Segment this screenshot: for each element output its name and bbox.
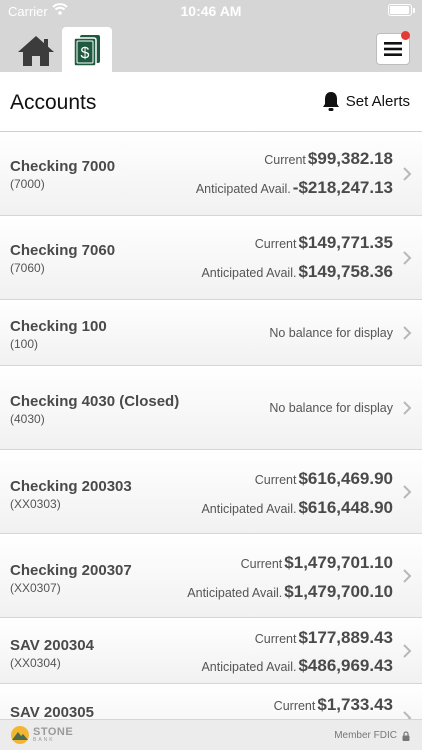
account-name: SAV 200305 xyxy=(10,704,94,719)
chevron-right-icon xyxy=(403,711,412,719)
page-title: Accounts xyxy=(10,91,97,114)
account-name: Checking 200307 xyxy=(10,562,132,579)
account-name: Checking 200303 xyxy=(10,478,132,495)
top-bar: Carrier 10:46 AM $ xyxy=(0,0,422,72)
current-label: Current xyxy=(264,153,306,167)
anticipated-amount: $1,479,700.10 xyxy=(284,582,393,601)
brand-subtitle: BANK xyxy=(33,737,55,743)
anticipated-balance: Anticipated Avail. $149,758.36 xyxy=(201,262,393,282)
money-icon: $ xyxy=(73,34,100,67)
chevron-right-icon xyxy=(403,569,412,583)
current-label: Current xyxy=(254,237,297,251)
current-balance: Current $1,733.43 xyxy=(274,695,393,715)
current-amount: $149,771.35 xyxy=(298,233,393,252)
stone-bank-logo: STONE BANK xyxy=(10,725,73,745)
account-row-sav-200304[interactable]: SAV 200304 (XX0304) Current $177,889.43 A… xyxy=(0,618,422,684)
bell-icon xyxy=(322,92,339,111)
lock-icon xyxy=(402,730,410,741)
current-amount: $1,479,701.10 xyxy=(284,553,393,572)
anticipated-label: Anticipated Avail. xyxy=(201,266,297,280)
hamburger-menu-icon xyxy=(384,42,402,56)
anticipated-balance: Anticipated Avail. $616,448.90 xyxy=(201,498,393,518)
current-amount: $616,469.90 xyxy=(298,469,393,488)
account-name: SAV 200304 xyxy=(10,637,94,654)
member-fdic-label: Member FDIC xyxy=(334,730,397,741)
clock: 10:46 AM xyxy=(180,3,242,19)
account-row-checking-200303[interactable]: Checking 200303 (XX0303) Current $616,469… xyxy=(0,450,422,534)
no-balance-text: No balance for display xyxy=(269,326,393,340)
anticipated-amount: $486,969.43 xyxy=(298,656,393,675)
anticipated-label: Anticipated Avail. xyxy=(187,586,283,600)
anticipated-balance: Anticipated Avail. -$218,247.13 xyxy=(196,178,393,198)
account-number: (7000) xyxy=(10,177,45,191)
notification-badge xyxy=(401,31,410,40)
chevron-right-icon xyxy=(403,251,412,265)
account-number: (100) xyxy=(10,337,39,351)
battery-icon xyxy=(388,4,415,16)
anticipated-amount: $616,448.90 xyxy=(298,498,393,517)
current-balance: Current $149,771.35 xyxy=(255,233,393,253)
svg-text:$: $ xyxy=(81,45,90,62)
anticipated-label: Anticipated Avail. xyxy=(201,502,297,516)
set-alerts-button[interactable]: Set Alerts xyxy=(322,91,410,111)
account-row-checking-200307[interactable]: Checking 200307 (XX0307) Current $1,479,7… xyxy=(0,534,422,618)
tab-home[interactable] xyxy=(12,30,60,72)
current-balance: Current $616,469.90 xyxy=(255,469,393,489)
anticipated-label: Anticipated Avail. xyxy=(195,182,291,196)
anticipated-balance: Anticipated Avail. $486,969.43 xyxy=(201,656,393,676)
account-number: (XX0307) xyxy=(10,581,61,595)
account-name: Checking 7060 xyxy=(10,242,116,259)
current-label: Current xyxy=(240,557,283,571)
anticipated-balance: Anticipated Avail. $1,479,700.10 xyxy=(187,582,393,602)
anticipated-label: Anticipated Avail. xyxy=(201,660,297,674)
accounts-header: Accounts Set Alerts xyxy=(0,72,422,132)
current-label: Current xyxy=(254,632,297,646)
account-number: (XX0304) xyxy=(10,656,61,670)
account-row-checking-4030[interactable]: Checking 4030 (Closed) (4030) No balance… xyxy=(0,366,422,450)
account-row-checking-7000[interactable]: Checking 7000 (7000) Current $99,382.18 A… xyxy=(0,132,422,216)
chevron-right-icon xyxy=(403,644,412,658)
set-alerts-label: Set Alerts xyxy=(345,92,410,110)
current-balance: Current $99,382.18 xyxy=(264,149,393,169)
chevron-right-icon xyxy=(403,485,412,499)
current-label: Current xyxy=(273,699,316,713)
account-name: Checking 7000 xyxy=(10,158,116,175)
member-fdic: Member FDIC xyxy=(334,730,410,741)
current-balance: Current $1,479,701.10 xyxy=(241,553,393,573)
tab-accounts[interactable]: $ xyxy=(62,27,112,72)
status-bar: Carrier 10:46 AM xyxy=(0,0,422,22)
current-amount: $99,382.18 xyxy=(307,149,393,168)
account-name: Checking 100 xyxy=(10,318,107,335)
mountain-logo-icon xyxy=(11,726,29,744)
chevron-right-icon xyxy=(403,326,412,340)
current-amount: $1,733.43 xyxy=(317,695,393,714)
footer: STONE BANK Member FDIC xyxy=(0,719,422,750)
account-list: Checking 7000 (7000) Current $99,382.18 A… xyxy=(0,132,422,719)
account-number: (XX0303) xyxy=(10,497,61,511)
home-icon xyxy=(18,36,54,66)
account-number: (7060) xyxy=(10,261,45,275)
no-balance-text: No balance for display xyxy=(269,401,393,415)
account-name: Checking 4030 (Closed) xyxy=(10,393,180,410)
anticipated-amount: $149,758.36 xyxy=(298,262,393,281)
current-label: Current xyxy=(254,473,297,487)
anticipated-amount: -$218,247.13 xyxy=(292,178,393,197)
current-balance: Current $177,889.43 xyxy=(255,628,393,648)
account-row-checking-7060[interactable]: Checking 7060 (7060) Current $149,771.35 … xyxy=(0,216,422,300)
chevron-right-icon xyxy=(403,401,412,415)
account-number: (4030) xyxy=(10,412,45,426)
current-amount: $177,889.43 xyxy=(298,628,393,647)
account-row-sav-200305[interactable]: SAV 200305 Current $1,733.43 xyxy=(0,684,422,719)
chevron-right-icon xyxy=(403,167,412,181)
account-row-checking-100[interactable]: Checking 100 (100) No balance for displa… xyxy=(0,300,422,366)
